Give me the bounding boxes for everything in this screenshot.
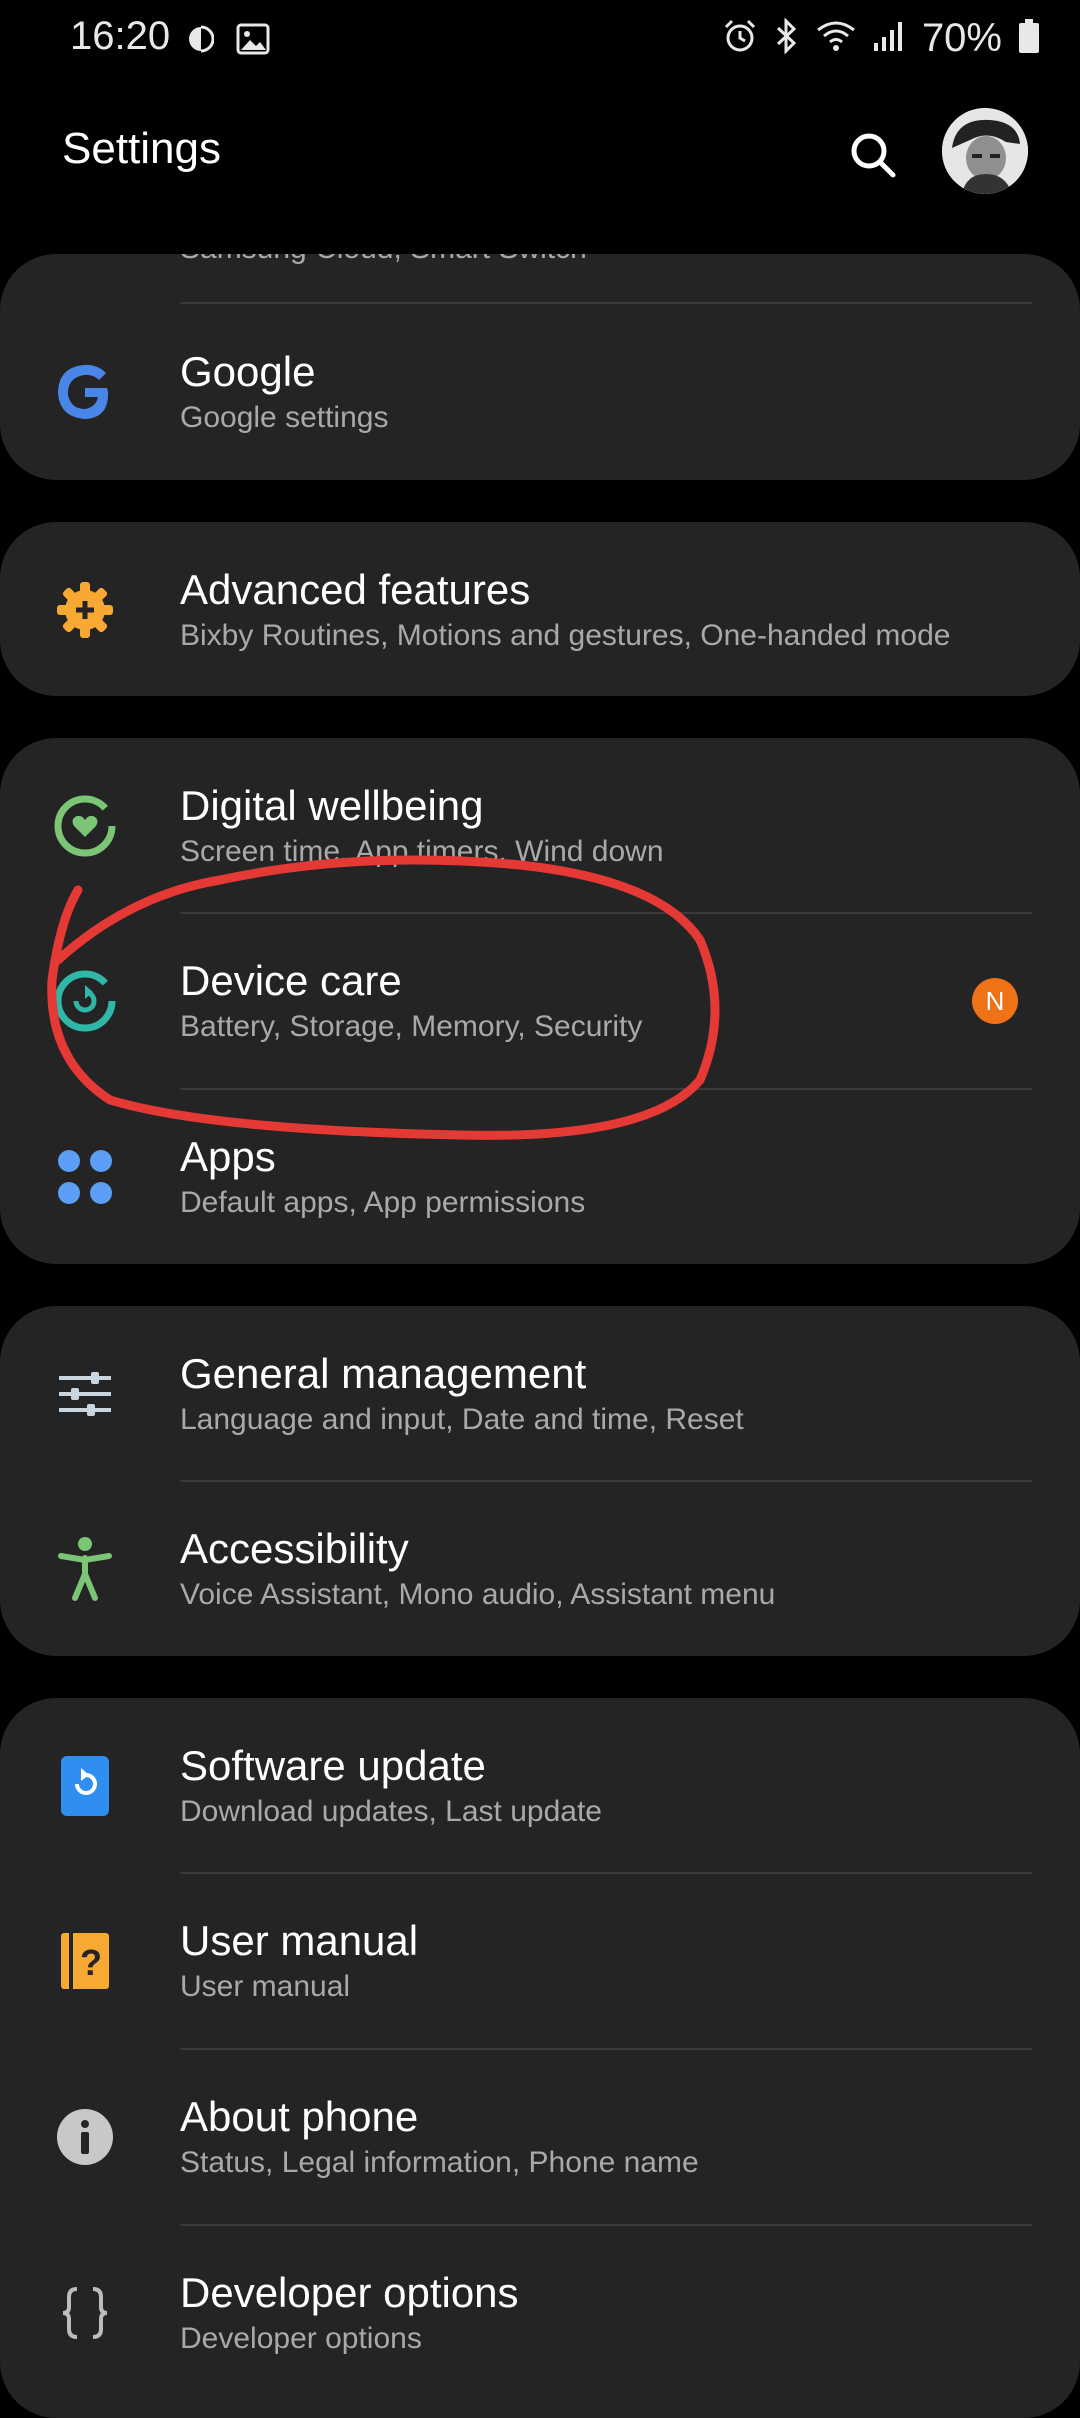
digital-wellbeing-icon [52,793,118,859]
settings-item-google[interactable]: Google Google settings [0,304,1080,480]
software-update-icon [52,1753,118,1819]
settings-item-software-update[interactable]: Software update Download updates, Last u… [0,1698,1080,1874]
bluetooth-icon [774,17,800,59]
item-title: Device care [180,957,402,1004]
settings-card-about: Software update Download updates, Last u… [0,1698,1080,2418]
accessibility-icon [52,1536,118,1602]
advanced-features-icon [52,577,118,643]
item-title: Digital wellbeing [180,782,484,829]
item-subtitle: User manual [180,1970,351,2003]
page-title: Settings [62,124,221,173]
item-title: Apps [180,1133,276,1180]
app-header: Settings [0,100,1080,210]
google-icon [52,359,118,425]
wifi-icon [816,18,856,59]
item-subtitle: Status, Legal information, Phone name [180,2146,699,2179]
item-title: User manual [180,1917,419,1964]
settings-card-wellbeing: Digital wellbeing Screen time, App timer… [0,738,1080,1264]
item-subtitle: Voice Assistant, Mono audio, Assistant m… [180,1578,776,1611]
item-subtitle: Battery, Storage, Memory, Security [180,1010,643,1043]
status-time: 16:20 [70,14,171,58]
settings-item-general-management[interactable]: General management Language and input, D… [0,1306,1080,1482]
developer-options-icon [52,2280,118,2346]
item-title: Developer options [180,2269,519,2316]
item-title: Google [180,348,316,395]
settings-card-general: General management Language and input, D… [0,1306,1080,1656]
settings-item-developer-options[interactable]: Developer options Developer options [0,2225,1080,2401]
search-icon [851,133,896,178]
device-care-icon [52,968,118,1034]
alarm-icon [722,18,758,59]
item-title: About phone [180,2093,419,2140]
item-title: Software update [180,1742,486,1789]
item-subtitle: Download updates, Last update [180,1795,602,1828]
avatar[interactable] [942,108,1028,194]
battery-percent: 70% [921,16,1002,60]
item-title: Advanced features [180,566,531,613]
status-bar: 16:20 70% [0,0,1080,80]
settings-item-advanced-features[interactable]: Advanced features Bixby Routines, Motion… [0,522,1080,696]
battery-icon [1018,18,1040,59]
settings-card-accounts: Samsung Cloud, Smart Switch Google Googl… [0,254,1080,480]
item-subtitle: Developer options [180,2322,422,2355]
settings-item-about-phone[interactable]: About phone Status, Legal information, P… [0,2049,1080,2225]
settings-item-apps[interactable]: Apps Default apps, App permissions [0,1089,1080,1264]
item-title: Accessibility [180,1525,409,1572]
signal-icon [872,19,906,58]
item-subtitle: Language and input, Date and time, Reset [180,1403,744,1436]
search-button[interactable] [840,122,906,188]
item-title: General management [180,1350,587,1397]
apps-icon [52,1144,118,1210]
item-subtitle: Bixby Routines, Motions and gestures, On… [180,619,951,652]
general-management-icon [52,1361,118,1427]
contrast-icon [188,24,215,59]
settings-item-user-manual[interactable]: ? User manual User manual [0,1873,1080,2049]
item-subtitle: Default apps, App permissions [180,1186,586,1219]
settings-card-advanced: Advanced features Bixby Routines, Motion… [0,522,1080,696]
settings-item-device-care[interactable]: Device care Battery, Storage, Memory, Se… [0,913,1080,1089]
settings-item-accessibility[interactable]: Accessibility Voice Assistant, Mono audi… [0,1481,1080,1656]
settings-item-digital-wellbeing[interactable]: Digital wellbeing Screen time, App timer… [0,738,1080,914]
image-icon [236,22,270,61]
user-manual-icon: ? [52,1928,118,1994]
svg-text:?: ? [80,1942,102,1983]
item-subtitle: Screen time, App timers, Wind down [180,835,664,868]
about-phone-icon [52,2104,118,2170]
new-badge: N [972,978,1018,1024]
partial-item-subtitle: Samsung Cloud, Smart Switch [180,254,587,266]
item-subtitle: Google settings [180,401,389,434]
